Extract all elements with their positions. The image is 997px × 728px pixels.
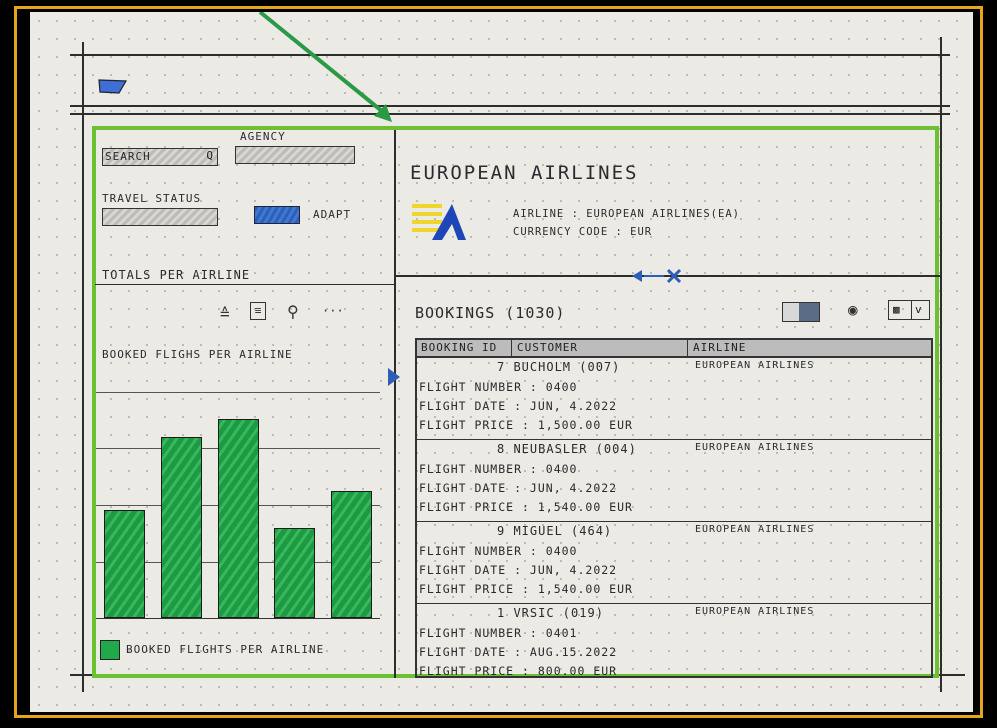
flight-price: FLIGHT PRICE : 800.00 EUR [419, 664, 618, 678]
logo-icon[interactable] [97, 78, 128, 94]
flight-date: FLIGHT DATE : JUN, 4.2022 [419, 399, 618, 413]
table-header: BOOKING ID CUSTOMER AIRLINE [417, 340, 931, 358]
sketch-paper: SEARCH Q AGENCY TRAVEL STATUS ADAPT TOTA… [30, 12, 973, 712]
airline-title: EUROPEAN AIRLINES [410, 162, 639, 184]
chart-title: BOOKED FLIGHS PER AIRLINE [102, 348, 293, 361]
callout-arrow-icon [258, 12, 392, 122]
legend-label: BOOKED FLIGHTS PER AIRLINE [126, 643, 325, 656]
flight-price: FLIGHT PRICE : 1,540.00 EUR [419, 582, 633, 596]
booked-flights-chart [96, 392, 380, 619]
chart-header-line [95, 284, 395, 285]
expand-arrow-icon[interactable] [387, 367, 401, 387]
travel-status-input[interactable] [102, 208, 218, 226]
airline-cell: EUROPEAN AIRLINES [695, 360, 815, 371]
flight-date: FLIGHT DATE : JUN, 4.2022 [419, 563, 618, 577]
customer-cell: 9 MIGUEL (464) [497, 524, 613, 538]
flight-number: FLIGHT NUMBER : 0400 [419, 380, 578, 394]
adapt-label[interactable]: ADAPT [313, 208, 351, 221]
chart-baseline [96, 618, 380, 619]
column-header-airline[interactable]: AIRLINE [693, 341, 746, 354]
table-settings-icon[interactable] [782, 302, 820, 322]
pin-collapse-icon[interactable] [630, 266, 690, 286]
legend-swatch [100, 640, 120, 660]
customer-cell: 1 VRSIC (019) [497, 606, 604, 620]
flight-price: FLIGHT PRICE : 1,500.00 EUR [419, 418, 633, 432]
search-label: SEARCH [105, 150, 151, 163]
customer-cell: 8 NEUBASLER (004) [497, 442, 637, 456]
agency-input[interactable] [235, 146, 355, 164]
bookings-title: BOOKINGS (1030) [415, 304, 566, 322]
customer-cell: 7 BUCHOLM (007) [497, 360, 621, 374]
bar[interactable] [104, 510, 145, 618]
flight-date: FLIGHT DATE : JUN, 4.2022 [419, 481, 618, 495]
bar[interactable] [161, 437, 202, 618]
bar[interactable] [331, 491, 372, 618]
bar[interactable] [274, 528, 315, 618]
table-row[interactable]: 1 VRSIC (019) EUROPEAN AIRLINES FLIGHT N… [417, 604, 931, 678]
airline-logo-icon [412, 200, 472, 244]
table-row[interactable]: 7 BUCHOLM (007) EUROPEAN AIRLINES FLIGHT… [417, 358, 931, 440]
flight-date: FLIGHT DATE : AUG.15.2022 [419, 645, 618, 659]
flight-price: FLIGHT PRICE : 1,540.00 EUR [419, 500, 633, 514]
column-header-booking-id[interactable]: BOOKING ID [421, 341, 497, 354]
airline-cell: EUROPEAN AIRLINES [695, 524, 815, 535]
more-icon[interactable]: ··· [322, 304, 344, 318]
table-row[interactable]: 8 NEUBASLER (004) EUROPEAN AIRLINES FLIG… [417, 440, 931, 522]
flight-number: FLIGHT NUMBER : 0400 [419, 544, 578, 558]
details-icon[interactable]: ≡ [250, 302, 266, 320]
export-dropdown-icon[interactable]: ▩ v [888, 300, 930, 320]
agency-label: AGENCY [240, 130, 286, 143]
bookings-table: BOOKING ID CUSTOMER AIRLINE 7 BUCHOLM (0… [415, 338, 933, 678]
flight-number: FLIGHT NUMBER : 0401 [419, 626, 578, 640]
window-top-line [70, 54, 950, 56]
column-separator [511, 340, 512, 356]
search-icon: Q [206, 149, 213, 162]
currency-detail: CURRENCY CODE : EUR [513, 226, 653, 238]
grid-line [96, 392, 380, 393]
header-bottom-line-2 [70, 113, 950, 115]
airline-cell: EUROPEAN AIRLINES [695, 442, 815, 453]
zoom-icon[interactable]: ⚲ [287, 302, 299, 321]
target-icon[interactable]: ◉ [848, 300, 858, 319]
header-bottom-line [70, 105, 950, 107]
flight-number: FLIGHT NUMBER : 0400 [419, 462, 578, 476]
window-right-line [940, 37, 942, 692]
airline-cell: EUROPEAN AIRLINES [695, 606, 815, 617]
column-header-customer[interactable]: CUSTOMER [517, 341, 578, 354]
travel-status-label: TRAVEL STATUS [102, 192, 202, 205]
search-input[interactable]: SEARCH Q [102, 148, 218, 166]
adapt-filters-button[interactable] [254, 206, 300, 224]
pane-divider [394, 130, 396, 678]
chevron-double-down-icon[interactable]: ≙ [220, 304, 230, 323]
totals-per-airline-title: TOTALS PER AIRLINE [102, 268, 251, 282]
airline-detail: AIRLINE : EUROPEAN AIRLINES(EA) [513, 208, 740, 220]
window-left-line [82, 42, 84, 692]
column-separator [687, 340, 688, 356]
table-row[interactable]: 9 MIGUEL (464) EUROPEAN AIRLINES FLIGHT … [417, 522, 931, 604]
bar[interactable] [218, 419, 259, 618]
